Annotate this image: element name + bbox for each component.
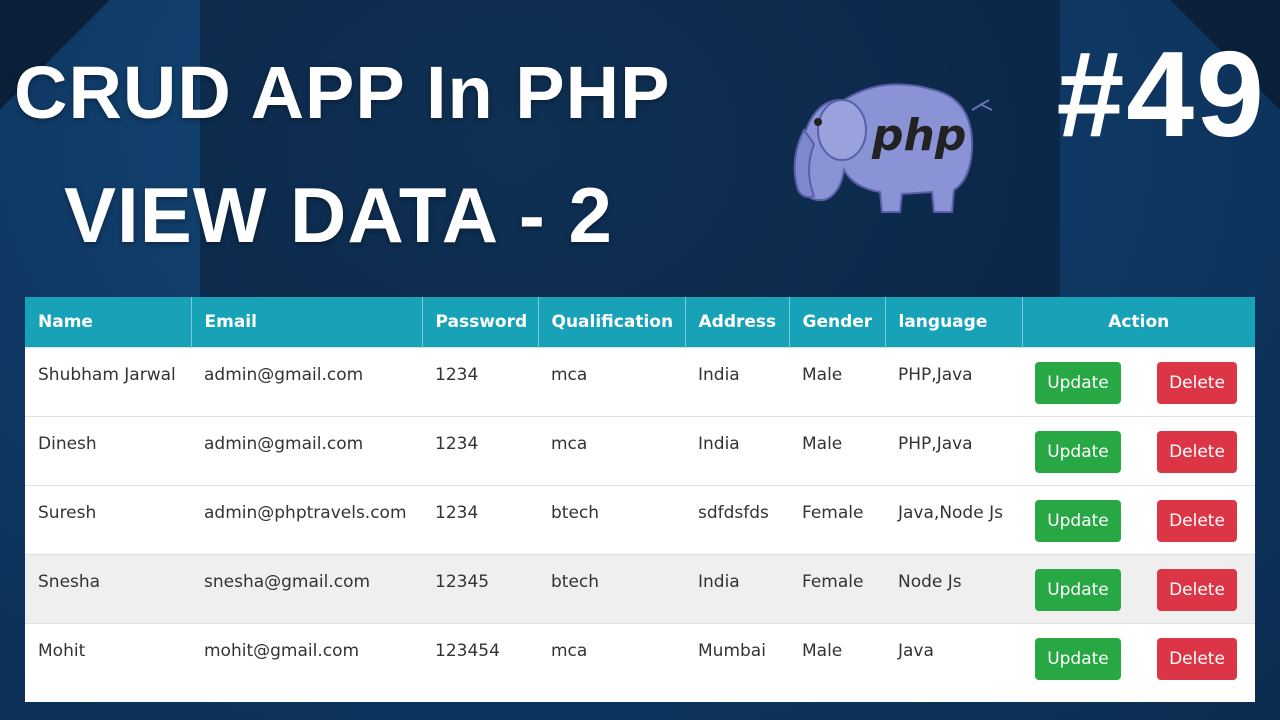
data-table: Name Email Password Qualification Addres… [25,297,1255,693]
cell-address: India [685,416,789,486]
delete-button[interactable]: Delete [1157,569,1237,611]
cell-address: India [685,347,789,417]
cell-password: 1234 [422,416,538,486]
cell-email: mohit@gmail.com [191,623,422,693]
cell-language: Node Js [885,554,1022,624]
column-header-address: Address [685,297,790,348]
title-line-1: CRUD APP In PHP [14,51,671,134]
cell-action: Update Delete [1022,623,1255,693]
cell-gender: Male [789,347,885,417]
update-button[interactable]: Update [1035,569,1121,611]
update-button[interactable]: Update [1035,638,1121,680]
cell-name: Suresh [25,485,191,555]
data-table-container: Name Email Password Qualification Addres… [25,297,1255,702]
cell-password: 1234 [422,485,538,555]
cell-name: Mohit [25,623,191,693]
cell-gender: Female [789,554,885,624]
cell-password: 12345 [422,554,538,624]
update-button[interactable]: Update [1035,500,1121,542]
cell-language: PHP,Java [885,416,1022,486]
cell-language: PHP,Java [885,347,1022,417]
cell-password: 123454 [422,623,538,693]
column-header-email: Email [191,297,423,348]
table-row: Snesha snesha@gmail.com 12345 btech Indi… [25,554,1255,624]
column-header-qualification: Qualification [538,297,686,348]
cell-action: Update Delete [1022,485,1255,555]
cell-qualification: btech [538,485,685,555]
cell-address: sdfdsfds [685,485,789,555]
table-header-row: Name Email Password Qualification Addres… [25,297,1255,348]
cell-name: Shubham Jarwal [25,347,191,417]
column-header-gender: Gender [789,297,886,348]
column-header-language: language [885,297,1023,348]
cell-name: Snesha [25,554,191,624]
column-header-password: Password [422,297,539,348]
php-logo-text: php [871,110,966,161]
cell-action: Update Delete [1022,347,1255,417]
table-row: Shubham Jarwal admin@gmail.com 1234 mca … [25,347,1255,417]
cell-language: Java,Node Js [885,485,1022,555]
update-button[interactable]: Update [1035,362,1121,404]
title-line-2: VIEW DATA - 2 [64,171,613,259]
column-header-action: Action [1022,297,1255,348]
cell-qualification: mca [538,347,685,417]
cell-email: admin@phptravels.com [191,485,422,555]
cell-gender: Male [789,416,885,486]
cell-gender: Male [789,623,885,693]
cell-email: admin@gmail.com [191,347,422,417]
cell-email: snesha@gmail.com [191,554,422,624]
cell-language: Java [885,623,1022,693]
cell-name: Dinesh [25,416,191,486]
delete-button[interactable]: Delete [1157,362,1237,404]
cell-email: admin@gmail.com [191,416,422,486]
cell-action: Update Delete [1022,554,1255,624]
table-row: Dinesh admin@gmail.com 1234 mca India Ma… [25,416,1255,486]
cell-password: 1234 [422,347,538,417]
table-row: Suresh admin@phptravels.com 1234 btech s… [25,485,1255,555]
delete-button[interactable]: Delete [1157,431,1237,473]
cell-gender: Female [789,485,885,555]
cell-qualification: btech [538,554,685,624]
cell-address: India [685,554,789,624]
cell-qualification: mca [538,416,685,486]
cell-action: Update Delete [1022,416,1255,486]
column-header-name: Name [25,297,192,348]
episode-number: #49 [1056,26,1266,162]
update-button[interactable]: Update [1035,431,1121,473]
cell-qualification: mca [538,623,685,693]
table-row: Mohit mohit@gmail.com 123454 mca Mumbai … [25,623,1255,693]
delete-button[interactable]: Delete [1157,638,1237,680]
cell-address: Mumbai [685,623,789,693]
php-elephant-icon: php [793,83,993,213]
delete-button[interactable]: Delete [1157,500,1237,542]
